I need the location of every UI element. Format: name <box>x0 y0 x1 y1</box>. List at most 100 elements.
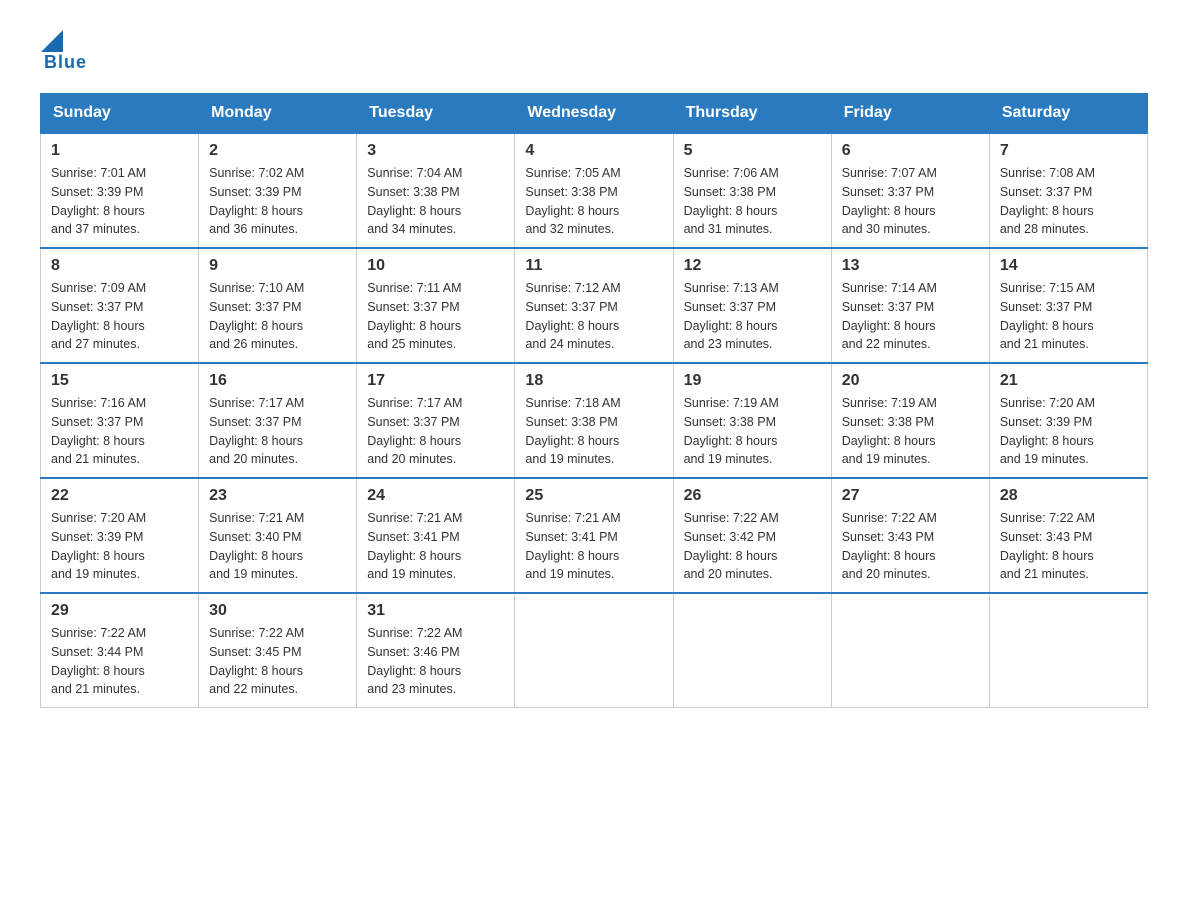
day-info: Sunrise: 7:17 AM Sunset: 3:37 PM Dayligh… <box>209 394 346 469</box>
day-info: Sunrise: 7:19 AM Sunset: 3:38 PM Dayligh… <box>684 394 821 469</box>
header-monday: Monday <box>199 94 357 134</box>
day-number: 24 <box>367 487 504 505</box>
day-number: 13 <box>842 257 979 275</box>
calendar-cell <box>515 593 673 708</box>
calendar-cell: 11 Sunrise: 7:12 AM Sunset: 3:37 PM Dayl… <box>515 248 673 363</box>
header-saturday: Saturday <box>989 94 1147 134</box>
calendar-cell: 21 Sunrise: 7:20 AM Sunset: 3:39 PM Dayl… <box>989 363 1147 478</box>
calendar-cell: 16 Sunrise: 7:17 AM Sunset: 3:37 PM Dayl… <box>199 363 357 478</box>
day-number: 18 <box>525 372 662 390</box>
calendar-cell: 18 Sunrise: 7:18 AM Sunset: 3:38 PM Dayl… <box>515 363 673 478</box>
calendar-cell: 7 Sunrise: 7:08 AM Sunset: 3:37 PM Dayli… <box>989 133 1147 248</box>
calendar-week-row: 15 Sunrise: 7:16 AM Sunset: 3:37 PM Dayl… <box>41 363 1148 478</box>
day-number: 16 <box>209 372 346 390</box>
day-number: 20 <box>842 372 979 390</box>
day-number: 22 <box>51 487 188 505</box>
day-number: 5 <box>684 142 821 160</box>
day-info: Sunrise: 7:05 AM Sunset: 3:38 PM Dayligh… <box>525 164 662 239</box>
calendar-cell: 29 Sunrise: 7:22 AM Sunset: 3:44 PM Dayl… <box>41 593 199 708</box>
day-number: 14 <box>1000 257 1137 275</box>
day-info: Sunrise: 7:01 AM Sunset: 3:39 PM Dayligh… <box>51 164 188 239</box>
day-info: Sunrise: 7:14 AM Sunset: 3:37 PM Dayligh… <box>842 279 979 354</box>
day-info: Sunrise: 7:20 AM Sunset: 3:39 PM Dayligh… <box>51 509 188 584</box>
day-info: Sunrise: 7:02 AM Sunset: 3:39 PM Dayligh… <box>209 164 346 239</box>
day-number: 10 <box>367 257 504 275</box>
day-info: Sunrise: 7:13 AM Sunset: 3:37 PM Dayligh… <box>684 279 821 354</box>
calendar-cell <box>989 593 1147 708</box>
header-wednesday: Wednesday <box>515 94 673 134</box>
calendar-cell: 9 Sunrise: 7:10 AM Sunset: 3:37 PM Dayli… <box>199 248 357 363</box>
calendar-cell: 24 Sunrise: 7:21 AM Sunset: 3:41 PM Dayl… <box>357 478 515 593</box>
header-thursday: Thursday <box>673 94 831 134</box>
calendar-cell: 30 Sunrise: 7:22 AM Sunset: 3:45 PM Dayl… <box>199 593 357 708</box>
calendar-cell: 28 Sunrise: 7:22 AM Sunset: 3:43 PM Dayl… <box>989 478 1147 593</box>
calendar-cell: 23 Sunrise: 7:21 AM Sunset: 3:40 PM Dayl… <box>199 478 357 593</box>
logo: Blue <box>40 30 87 73</box>
day-number: 8 <box>51 257 188 275</box>
day-number: 21 <box>1000 372 1137 390</box>
day-number: 15 <box>51 372 188 390</box>
calendar-cell <box>673 593 831 708</box>
day-number: 11 <box>525 257 662 275</box>
calendar-cell: 17 Sunrise: 7:17 AM Sunset: 3:37 PM Dayl… <box>357 363 515 478</box>
calendar-cell: 14 Sunrise: 7:15 AM Sunset: 3:37 PM Dayl… <box>989 248 1147 363</box>
day-info: Sunrise: 7:22 AM Sunset: 3:44 PM Dayligh… <box>51 624 188 699</box>
calendar-cell: 13 Sunrise: 7:14 AM Sunset: 3:37 PM Dayl… <box>831 248 989 363</box>
day-info: Sunrise: 7:21 AM Sunset: 3:41 PM Dayligh… <box>367 509 504 584</box>
day-number: 28 <box>1000 487 1137 505</box>
day-info: Sunrise: 7:10 AM Sunset: 3:37 PM Dayligh… <box>209 279 346 354</box>
calendar-cell: 10 Sunrise: 7:11 AM Sunset: 3:37 PM Dayl… <box>357 248 515 363</box>
calendar-cell: 31 Sunrise: 7:22 AM Sunset: 3:46 PM Dayl… <box>357 593 515 708</box>
day-info: Sunrise: 7:15 AM Sunset: 3:37 PM Dayligh… <box>1000 279 1137 354</box>
day-number: 3 <box>367 142 504 160</box>
day-info: Sunrise: 7:21 AM Sunset: 3:41 PM Dayligh… <box>525 509 662 584</box>
header-tuesday: Tuesday <box>357 94 515 134</box>
calendar-header-row: SundayMondayTuesdayWednesdayThursdayFrid… <box>41 94 1148 134</box>
calendar-cell: 12 Sunrise: 7:13 AM Sunset: 3:37 PM Dayl… <box>673 248 831 363</box>
calendar-cell: 22 Sunrise: 7:20 AM Sunset: 3:39 PM Dayl… <box>41 478 199 593</box>
day-info: Sunrise: 7:21 AM Sunset: 3:40 PM Dayligh… <box>209 509 346 584</box>
day-number: 27 <box>842 487 979 505</box>
day-info: Sunrise: 7:22 AM Sunset: 3:43 PM Dayligh… <box>842 509 979 584</box>
calendar-cell: 1 Sunrise: 7:01 AM Sunset: 3:39 PM Dayli… <box>41 133 199 248</box>
calendar-week-row: 22 Sunrise: 7:20 AM Sunset: 3:39 PM Dayl… <box>41 478 1148 593</box>
calendar-week-row: 29 Sunrise: 7:22 AM Sunset: 3:44 PM Dayl… <box>41 593 1148 708</box>
day-info: Sunrise: 7:16 AM Sunset: 3:37 PM Dayligh… <box>51 394 188 469</box>
calendar-cell: 3 Sunrise: 7:04 AM Sunset: 3:38 PM Dayli… <box>357 133 515 248</box>
day-info: Sunrise: 7:07 AM Sunset: 3:37 PM Dayligh… <box>842 164 979 239</box>
calendar-cell: 5 Sunrise: 7:06 AM Sunset: 3:38 PM Dayli… <box>673 133 831 248</box>
day-number: 23 <box>209 487 346 505</box>
calendar-cell: 8 Sunrise: 7:09 AM Sunset: 3:37 PM Dayli… <box>41 248 199 363</box>
day-info: Sunrise: 7:20 AM Sunset: 3:39 PM Dayligh… <box>1000 394 1137 469</box>
day-number: 29 <box>51 602 188 620</box>
day-info: Sunrise: 7:11 AM Sunset: 3:37 PM Dayligh… <box>367 279 504 354</box>
day-number: 9 <box>209 257 346 275</box>
calendar-cell: 20 Sunrise: 7:19 AM Sunset: 3:38 PM Dayl… <box>831 363 989 478</box>
calendar-week-row: 1 Sunrise: 7:01 AM Sunset: 3:39 PM Dayli… <box>41 133 1148 248</box>
day-info: Sunrise: 7:22 AM Sunset: 3:42 PM Dayligh… <box>684 509 821 584</box>
day-info: Sunrise: 7:17 AM Sunset: 3:37 PM Dayligh… <box>367 394 504 469</box>
day-info: Sunrise: 7:19 AM Sunset: 3:38 PM Dayligh… <box>842 394 979 469</box>
calendar-cell: 19 Sunrise: 7:19 AM Sunset: 3:38 PM Dayl… <box>673 363 831 478</box>
header-sunday: Sunday <box>41 94 199 134</box>
logo-subtitle: Blue <box>44 52 87 73</box>
calendar-week-row: 8 Sunrise: 7:09 AM Sunset: 3:37 PM Dayli… <box>41 248 1148 363</box>
logo-triangle-icon <box>41 30 63 52</box>
day-number: 6 <box>842 142 979 160</box>
day-info: Sunrise: 7:08 AM Sunset: 3:37 PM Dayligh… <box>1000 164 1137 239</box>
day-number: 30 <box>209 602 346 620</box>
day-info: Sunrise: 7:22 AM Sunset: 3:43 PM Dayligh… <box>1000 509 1137 584</box>
calendar-cell <box>831 593 989 708</box>
day-info: Sunrise: 7:22 AM Sunset: 3:46 PM Dayligh… <box>367 624 504 699</box>
day-info: Sunrise: 7:18 AM Sunset: 3:38 PM Dayligh… <box>525 394 662 469</box>
calendar-cell: 27 Sunrise: 7:22 AM Sunset: 3:43 PM Dayl… <box>831 478 989 593</box>
day-info: Sunrise: 7:22 AM Sunset: 3:45 PM Dayligh… <box>209 624 346 699</box>
day-info: Sunrise: 7:06 AM Sunset: 3:38 PM Dayligh… <box>684 164 821 239</box>
day-number: 26 <box>684 487 821 505</box>
calendar-cell: 4 Sunrise: 7:05 AM Sunset: 3:38 PM Dayli… <box>515 133 673 248</box>
day-number: 12 <box>684 257 821 275</box>
day-number: 1 <box>51 142 188 160</box>
calendar-cell: 25 Sunrise: 7:21 AM Sunset: 3:41 PM Dayl… <box>515 478 673 593</box>
calendar-cell: 2 Sunrise: 7:02 AM Sunset: 3:39 PM Dayli… <box>199 133 357 248</box>
calendar-cell: 15 Sunrise: 7:16 AM Sunset: 3:37 PM Dayl… <box>41 363 199 478</box>
